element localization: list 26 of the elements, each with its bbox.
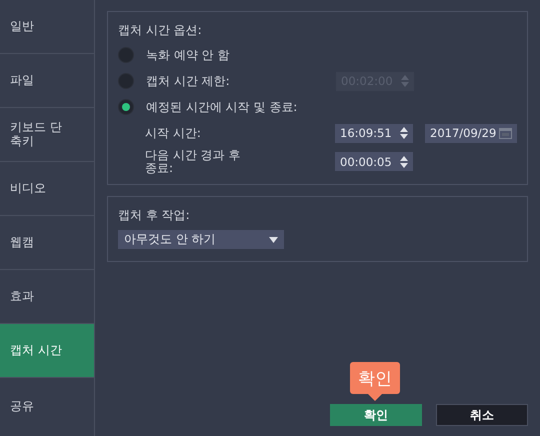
dialog-button[interactable]: 확인 — [330, 404, 422, 426]
sidebar-item[interactable]: 캡처 시간 — [0, 324, 94, 378]
time-field[interactable]: 00:00:05 — [335, 152, 413, 172]
sidebar-item[interactable]: 웹캠 — [0, 216, 94, 270]
dialog-button[interactable]: 취소 — [436, 404, 528, 426]
option-label: 캡처 시간 제한: — [146, 72, 231, 90]
sidebar-item[interactable]: 일반 — [0, 0, 94, 54]
time-field[interactable]: 16:09:51 — [335, 124, 413, 142]
radio-button[interactable] — [118, 99, 134, 115]
sidebar-item[interactable]: 공유 — [0, 378, 94, 436]
date-field[interactable]: 2017/09/29 — [425, 124, 517, 142]
sidebar-item[interactable]: 비디오 — [0, 162, 94, 216]
option-label: 녹화 예약 안 함 — [146, 46, 230, 64]
section-title: 캡처 후 작업: — [118, 207, 191, 224]
field-label: 시작 시간: — [145, 124, 202, 142]
spinner-icon[interactable] — [400, 156, 408, 168]
action-dropdown[interactable]: 아무것도 안 하기 — [118, 230, 284, 250]
spinner-icon[interactable] — [400, 127, 408, 139]
option-label: 예정된 시간에 시작 및 종료: — [146, 98, 298, 116]
sidebar-item[interactable]: 키보드 단축키 — [0, 108, 94, 162]
section-title: 캡처 시간 옵션: — [118, 22, 203, 39]
caret-icon[interactable] — [269, 236, 278, 243]
radio-button[interactable] — [118, 73, 134, 89]
radio-button[interactable] — [118, 47, 134, 63]
field-label: 다음 시간 경과 후 종료: — [145, 149, 241, 174]
sidebar-item[interactable]: 파일 — [0, 54, 94, 108]
